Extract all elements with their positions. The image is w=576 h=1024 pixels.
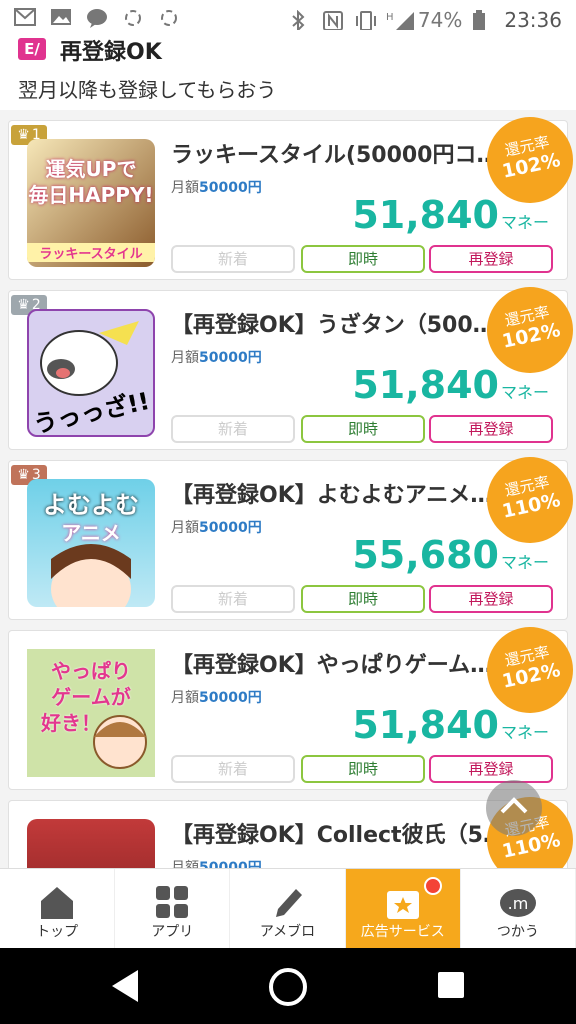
ameba-logo: E/ <box>18 38 46 60</box>
crown-icon: ♛ <box>17 127 30 143</box>
page-subtitle: 翌月以降も登録してもらおう <box>18 78 277 102</box>
chat-icon <box>86 8 108 28</box>
pencil-icon <box>275 889 302 917</box>
offer-list: ♛ 1 運気UPで 毎日HAPPY! ラッキースタイル ラッキースタイル(5000… <box>0 110 576 870</box>
tag-reregister: 再登録 <box>429 245 553 273</box>
tag-new: 新着 <box>171 755 295 783</box>
monthly-price: 月額50000円 <box>171 520 262 536</box>
svg-text:H: H <box>386 12 394 23</box>
gmail-icon <box>14 8 36 28</box>
item-title[interactable]: ラッキースタイル(50000円コ… <box>171 137 501 169</box>
system-navigation-bar <box>0 948 576 1024</box>
item-title[interactable]: 【再登録OK】やっぱりゲーム… <box>171 647 501 679</box>
bluetooth-icon <box>290 9 312 33</box>
battery-icon <box>472 10 494 31</box>
character-illustration <box>93 715 147 769</box>
scroll-top-button[interactable] <box>486 780 542 836</box>
crown-icon: ♛ <box>17 297 30 313</box>
tag-instant: 即時 <box>301 585 425 613</box>
bottom-navigation: トップ アプリ アメブロ 広告サービス .m つかう <box>0 868 576 949</box>
notification-dot <box>423 877 442 895</box>
nfc-icon <box>322 10 344 31</box>
list-item[interactable]: ♛ 2 うっっざ!! 【再登録OK】うざタン（500… 月額50000円 51,8… <box>8 278 576 450</box>
clock: 23:36 <box>504 8 562 32</box>
list-item[interactable]: やっぱり ゲームが 好き！ 【再登録OK】やっぱりゲーム… 月額50000円 5… <box>8 618 576 790</box>
home-icon <box>41 887 74 919</box>
app-thumbnail[interactable] <box>27 819 155 870</box>
tag-instant: 即時 <box>301 415 425 443</box>
page-title: 再登録OK <box>60 40 162 65</box>
page-header: E/ 再登録OK 翌月以降も登録してもらおう <box>0 30 576 110</box>
home-button[interactable] <box>269 968 307 1006</box>
tag-reregister: 再登録 <box>429 755 553 783</box>
image-icon <box>50 8 72 28</box>
battery-percent: 74% <box>417 8 463 32</box>
monthly-price: 月額50000円 <box>171 350 262 366</box>
nav-use[interactable]: .m つかう <box>461 869 576 949</box>
monthly-price: 月額50000円 <box>171 180 262 196</box>
tag-new: 新着 <box>171 585 295 613</box>
recent-apps-button[interactable] <box>438 972 464 998</box>
tag-reregister: 再登録 <box>429 585 553 613</box>
app-thumbnail[interactable]: 運気UPで 毎日HAPPY! ラッキースタイル <box>27 139 155 267</box>
svg-text:.m: .m <box>508 894 529 913</box>
item-title[interactable]: 【再登録OK】Collect彼氏（5… <box>171 817 501 849</box>
app-thumbnail[interactable]: やっぱり ゲームが 好き！ <box>27 649 155 777</box>
list-item[interactable]: ♛ 3 よむよむ アニメ 【再登録OK】よむよむアニメ… 月額50000円 55,… <box>8 448 576 620</box>
anime-girl-illustration <box>51 544 131 607</box>
money-icon: .m <box>499 889 536 917</box>
crown-icon: ♛ <box>17 467 30 483</box>
nav-apps[interactable]: アプリ <box>115 869 231 949</box>
nav-top[interactable]: トップ <box>0 869 116 949</box>
chevron-up-icon <box>500 797 528 814</box>
signal-icon: H <box>386 10 414 30</box>
back-button[interactable] <box>112 970 138 1002</box>
tag-reregister: 再登録 <box>429 415 553 443</box>
tag-new: 新着 <box>171 245 295 273</box>
item-title[interactable]: 【再登録OK】うざタン（500… <box>171 307 501 339</box>
sync-icon <box>122 8 144 28</box>
star-box-icon <box>386 891 419 919</box>
monthly-price: 月額50000円 <box>171 690 262 706</box>
list-item[interactable]: 【再登録OK】Collect彼氏（5… 月額50000円 還元率110% <box>8 788 576 870</box>
app-thumbnail[interactable]: よむよむ アニメ <box>27 479 155 607</box>
tag-instant: 即時 <box>301 755 425 783</box>
vibrate-icon <box>354 10 376 31</box>
list-item[interactable]: ♛ 1 運気UPで 毎日HAPPY! ラッキースタイル ラッキースタイル(5000… <box>8 110 576 280</box>
sync-icon-2 <box>158 8 180 28</box>
grid-icon <box>156 886 189 918</box>
app-thumbnail[interactable]: うっっざ!! <box>27 309 155 437</box>
nav-ad-service[interactable]: 広告サービス <box>345 869 461 949</box>
tag-instant: 即時 <box>301 245 425 273</box>
nav-ameblo[interactable]: アメブロ <box>230 869 346 949</box>
item-title[interactable]: 【再登録OK】よむよむアニメ… <box>171 477 501 509</box>
tag-new: 新着 <box>171 415 295 443</box>
